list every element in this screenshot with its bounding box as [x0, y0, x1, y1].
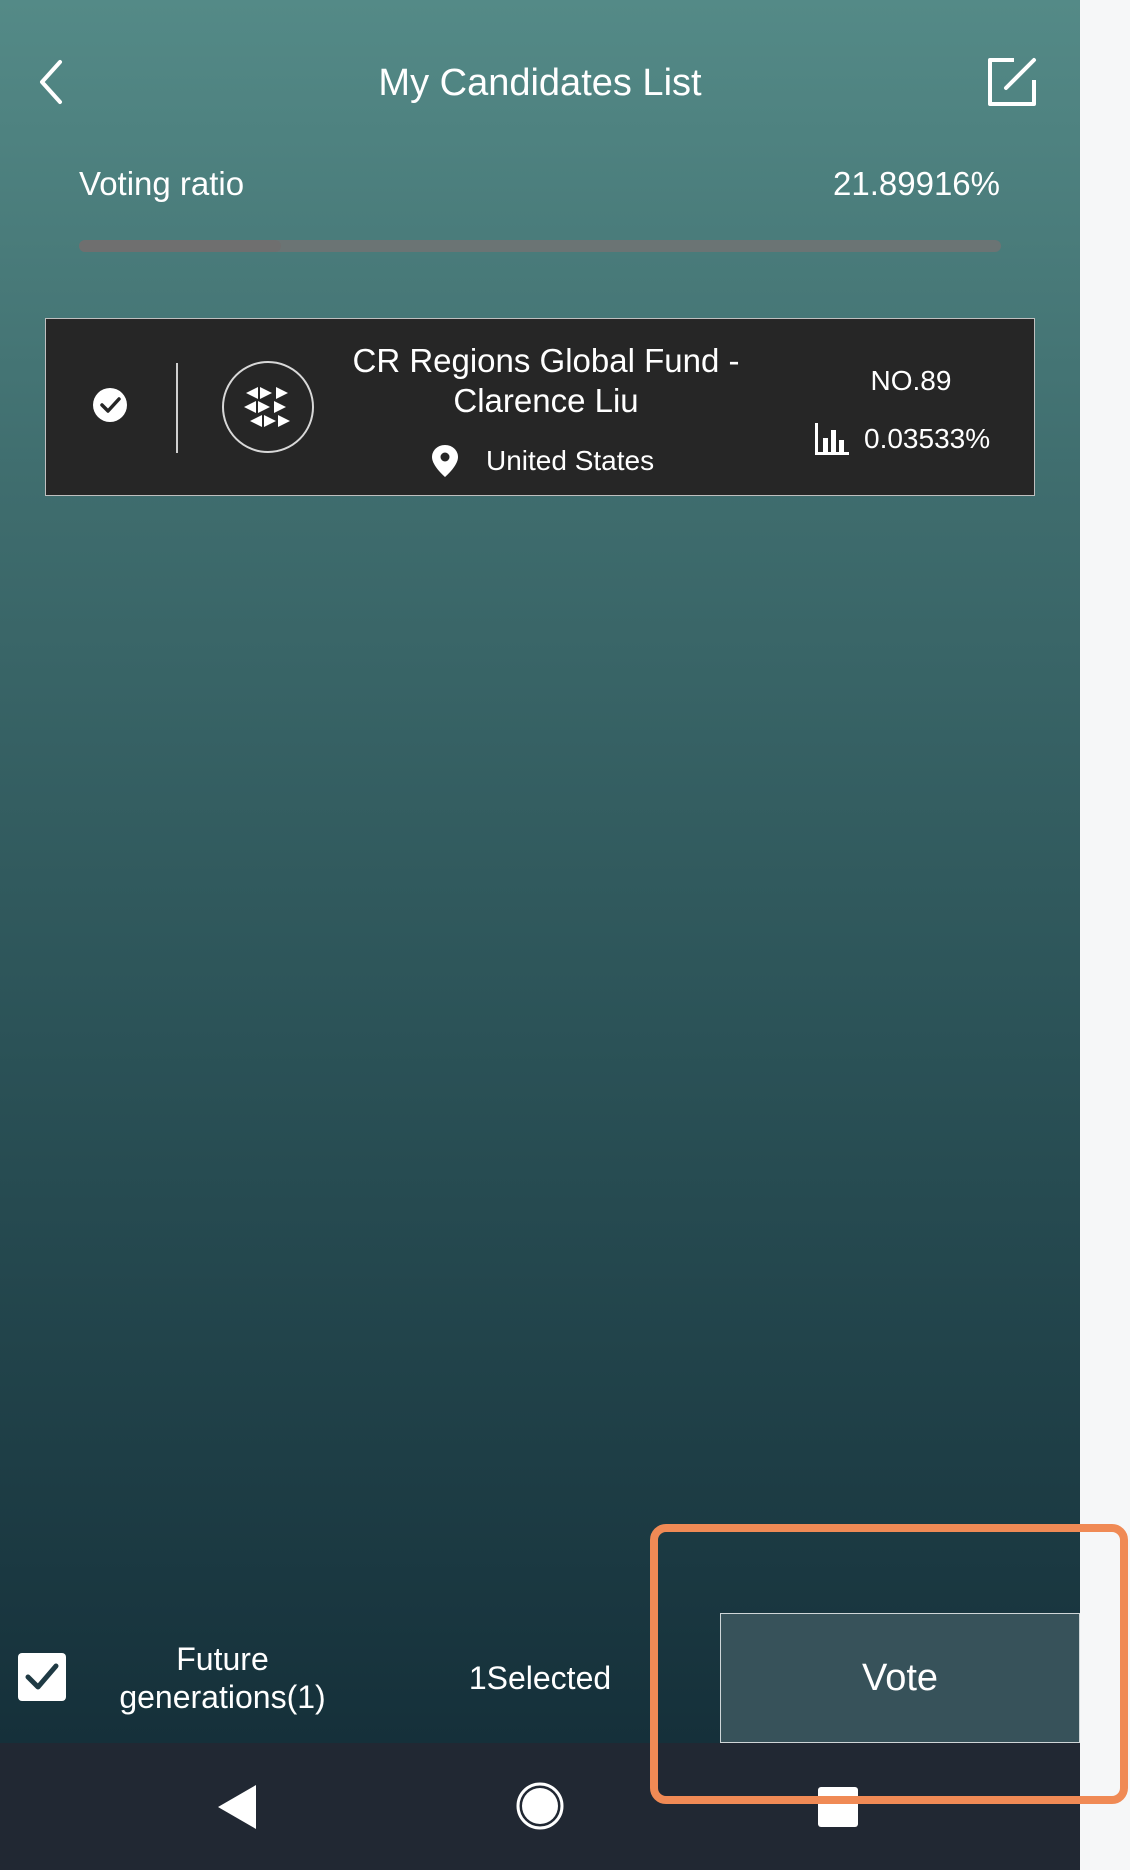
checkmark-icon — [25, 1663, 59, 1690]
voting-ratio-value: 21.89916% — [833, 165, 1000, 202]
future-generations-checkbox[interactable] — [18, 1653, 66, 1701]
bar-chart-icon — [815, 423, 849, 455]
voting-ratio-label: Voting ratio — [79, 165, 245, 202]
page-title: My Candidates List — [378, 62, 702, 104]
edit-icon — [988, 58, 1036, 106]
candidate-logo-icon — [244, 387, 290, 427]
check-circle-icon[interactable] — [92, 387, 128, 423]
location-pin-icon — [432, 445, 458, 477]
candidate-share: 0.03533% — [814, 419, 990, 459]
nav-recents-icon[interactable] — [818, 1787, 858, 1827]
edit-button[interactable] — [984, 54, 1040, 110]
future-generations-label: Future generations(1) — [119, 1641, 326, 1715]
card-divider — [176, 363, 178, 453]
right-gutter — [1080, 0, 1130, 1870]
candidate-rank: NO.89 — [870, 365, 952, 396]
candidate-location: United States — [430, 441, 654, 481]
voting-ratio-progress-fill — [79, 240, 281, 252]
selected-count: 1Selected — [468, 1660, 612, 1696]
candidate-logo — [222, 361, 314, 453]
app-screen: My Candidates List Voting ratio 21.89916… — [0, 0, 1080, 1743]
candidate-name: CR Regions Global Fund - Clarence Liu — [352, 342, 740, 419]
vote-button[interactable]: Vote — [720, 1613, 1080, 1743]
voting-ratio-progress — [79, 240, 1001, 252]
candidate-card[interactable]: CR Regions Global Fund - Clarence Liu Un… — [45, 318, 1035, 496]
nav-back-icon[interactable] — [216, 1783, 260, 1831]
candidate-location-text: United States — [486, 445, 655, 476]
nav-home-icon[interactable] — [515, 1781, 565, 1831]
candidate-share-text: 0.03533% — [864, 423, 991, 454]
system-navigation-bar — [0, 1743, 1080, 1870]
